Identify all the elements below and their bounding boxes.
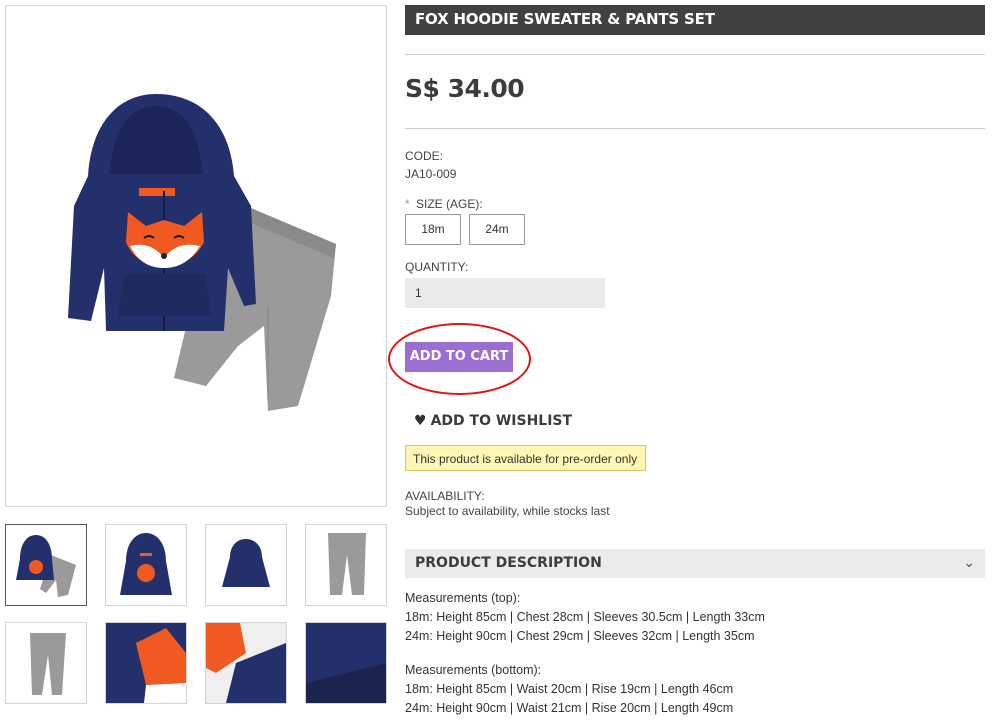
required-mark: * [405, 197, 410, 211]
thumbnail-image [328, 533, 366, 595]
product-description-toggle[interactable]: PRODUCT DESCRIPTION ⌄ [405, 549, 985, 578]
main-product-image[interactable] [5, 5, 387, 507]
product-title: FOX HOODIE SWEATER & PANTS SET [415, 10, 715, 28]
size-option-18m[interactable]: 18m [405, 214, 461, 245]
thumbnail-image [30, 633, 66, 695]
add-to-wishlist-label: ADD TO WISHLIST [430, 413, 573, 429]
thumbnail-2[interactable] [105, 524, 187, 606]
measurements-bottom-label: Measurements (bottom): [405, 663, 542, 677]
thumbnail-4[interactable] [305, 524, 387, 606]
availability-label: AVAILABILITY: [405, 489, 485, 503]
measurements-top-label: Measurements (top): [405, 591, 521, 605]
thumbnail-image [222, 539, 270, 587]
quantity-label: QUANTITY: [405, 260, 469, 274]
size-option-24m[interactable]: 24m [469, 214, 525, 245]
hoodie-pants-illustration [68, 94, 336, 411]
measurements-bottom-24m: 24m: Height 90cm | Waist 21cm | Rise 20c… [405, 701, 734, 715]
measurements-top-24m: 24m: Height 90cm | Chest 29cm | Sleeves … [405, 629, 755, 643]
thumbnail-image [206, 623, 286, 703]
divider [405, 128, 985, 129]
thumbnail-image [16, 535, 76, 597]
code-value: JA10-009 [405, 167, 457, 181]
thumbnail-image [306, 623, 386, 703]
preorder-notice: This product is available for pre-order … [405, 445, 646, 471]
thumbnail-3[interactable] [205, 524, 287, 606]
product-description-header: PRODUCT DESCRIPTION [415, 555, 602, 571]
thumbnail-1[interactable] [5, 524, 87, 606]
add-to-wishlist-link[interactable]: ♥ ADD TO WISHLIST [414, 413, 572, 429]
thumbnail-7[interactable] [205, 622, 287, 704]
product-price: S$ 34.00 [405, 74, 525, 103]
quantity-input[interactable]: 1 [405, 278, 605, 308]
thumbnail-6[interactable] [105, 622, 187, 704]
measurements-bottom-18m: 18m: Height 85cm | Waist 20cm | Rise 19c… [405, 682, 734, 696]
divider [405, 54, 985, 55]
thumbnail-image [120, 533, 172, 595]
quantity-value: 1 [415, 286, 422, 300]
thumbnail-image [106, 623, 186, 703]
code-label: CODE: [405, 149, 444, 163]
chevron-down-icon: ⌄ [963, 554, 975, 570]
heart-icon: ♥ [414, 413, 427, 429]
thumbnail-8[interactable] [305, 622, 387, 704]
size-label: SIZE (AGE): [416, 197, 483, 211]
product-title-bar: FOX HOODIE SWEATER & PANTS SET [405, 5, 985, 35]
highlight-circle [388, 323, 531, 395]
thumbnail-5[interactable] [5, 622, 87, 704]
measurements-top-18m: 18m: Height 85cm | Chest 28cm | Sleeves … [405, 610, 765, 624]
availability-value: Subject to availability, while stocks la… [405, 504, 610, 518]
